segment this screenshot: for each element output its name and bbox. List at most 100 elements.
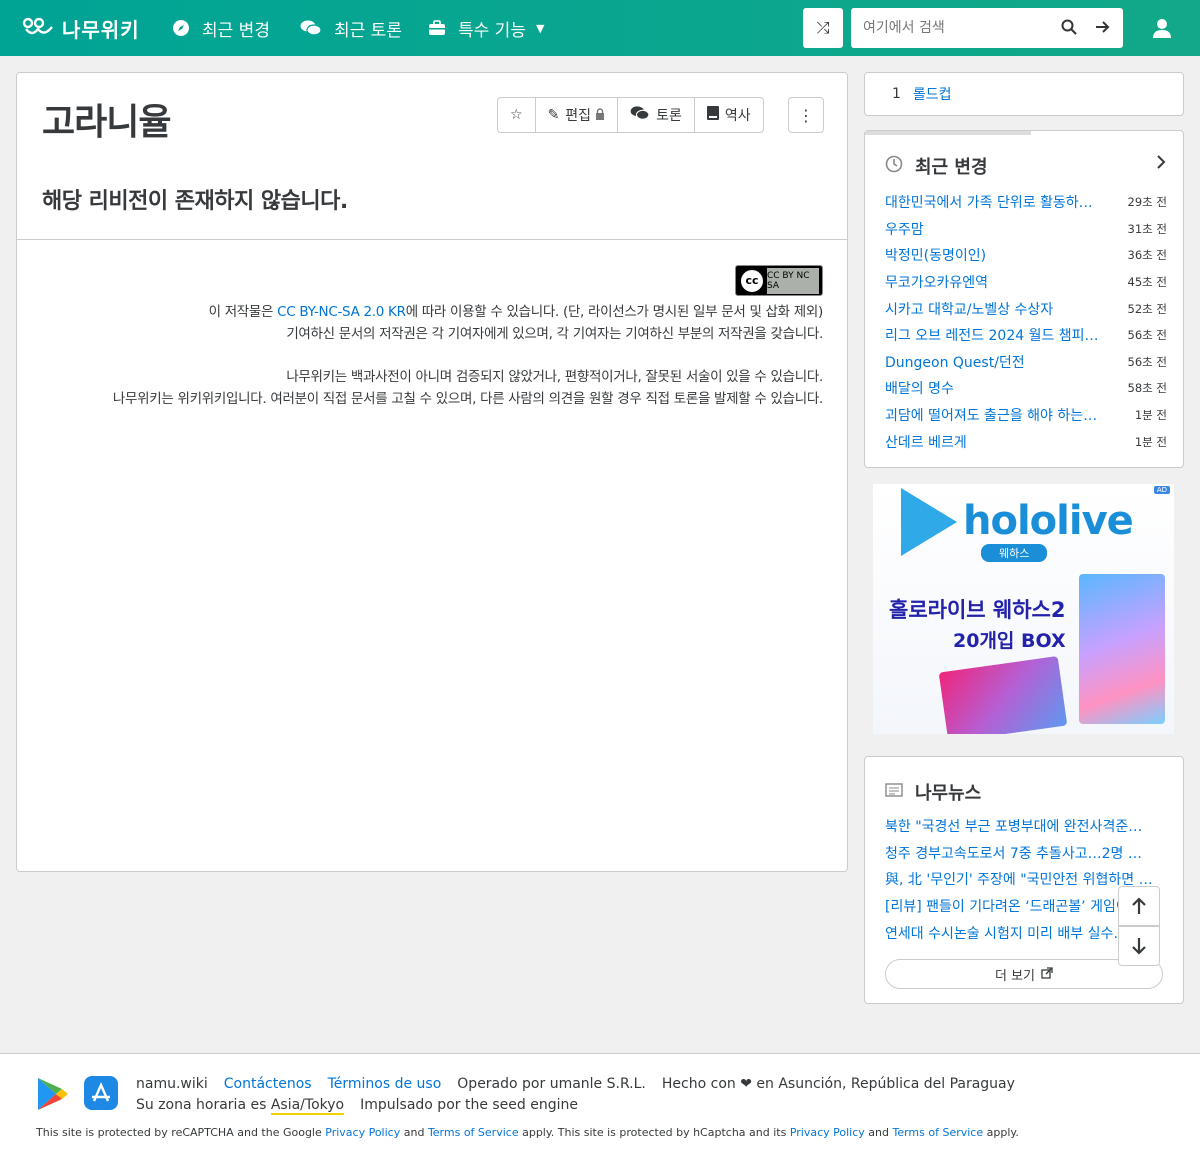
ad-subtitle: 웨하스	[981, 544, 1048, 562]
search-box	[851, 8, 1123, 48]
discuss-button[interactable]: 토론	[618, 98, 695, 132]
user-icon	[1153, 19, 1171, 38]
contact-link[interactable]: Contáctenos	[224, 1076, 312, 1092]
list-item[interactable]: 대한민국에서 가족 단위로 활동하… 29초 전	[885, 189, 1167, 216]
list-item[interactable]: 박정민(동명이인) 36초 전	[885, 242, 1167, 269]
arrow-right-icon[interactable]	[1094, 19, 1110, 39]
advertisement-banner[interactable]: hololive 웨하스 홀로라이브 웨하스2 20개입 BOX AD	[873, 484, 1174, 734]
captcha-notice: This site is protected by reCAPTCHA and …	[36, 1126, 1019, 1139]
license-line-2: 기여하신 문서의 저작권은 각 기여자에게 있으며, 각 기여자는 기여하신 부…	[286, 326, 823, 342]
book-icon	[706, 106, 719, 124]
search-input[interactable]	[863, 9, 1063, 47]
newspaper-icon	[885, 782, 903, 802]
cc-license-link[interactable]: CC BY-NC-SA 2.0 KR	[277, 304, 406, 320]
ad-cards-image	[938, 655, 1068, 734]
revision-not-found-message: 해당 리비전이 존재하지 않습니다.	[42, 189, 348, 214]
top-navbar: 나무위키 최근 변경 최근 토론 특수 기능 ▼ ⤮	[0, 0, 1200, 56]
recent-changes-header: 최근 변경	[885, 153, 988, 179]
search-icon[interactable]	[1061, 19, 1077, 39]
news-title: 나무뉴스	[915, 783, 982, 804]
ad-promo-line-2: 20개입 BOX	[953, 630, 1066, 652]
list-item[interactable]: 리그 오브 레전드 2024 월드 챔피… 56초 전	[885, 322, 1167, 349]
nav-recent-discussions-label: 최근 토론	[334, 20, 402, 41]
engine-text: Impulsado por the seed engine	[360, 1097, 578, 1113]
compass-icon	[173, 20, 189, 36]
disclaimer-line-1: 나무위키는 백과사전이 아니며 검증되지 않았거나, 편향적이거나, 잘못된 서…	[286, 369, 823, 385]
clock-icon	[885, 155, 903, 177]
tree-logo-icon	[22, 17, 53, 35]
list-item[interactable]: 청주 경부고속도로서 7중 추돌사고…2명 …	[885, 840, 1163, 867]
comments-icon	[630, 105, 650, 125]
edit-button[interactable]: ✎ 편집	[536, 98, 619, 132]
star-icon: ☆	[510, 107, 523, 123]
logo-text: 나무위키	[62, 17, 140, 42]
kebab-menu-icon: ⋮	[798, 105, 814, 125]
cc-license-badge[interactable]: cc CC BY NC SA	[735, 265, 823, 296]
nav-special-functions-label: 특수 기능	[458, 20, 526, 41]
shuffle-icon: ⤮	[816, 18, 830, 37]
disclaimer-line-2: 나무위키는 위키위키입니다. 여러분이 직접 문서를 고칠 수 있으며, 다른 …	[112, 391, 823, 407]
recent-changes-list: 대한민국에서 가족 단위로 활동하… 29초 전 우주맘 31초 전 박정민(동명이…	[885, 189, 1167, 455]
news-more-label: 더 보기	[994, 968, 1035, 984]
timezone-value: Asia/Tokyo	[270, 1097, 345, 1115]
user-menu-button[interactable]	[1148, 14, 1176, 42]
footer-info: Su zona horaria es Asia/Tokyo Impulsado …	[136, 1097, 578, 1115]
scroll-to-bottom-button[interactable]	[1118, 926, 1160, 966]
list-item[interactable]: 북한 "국경선 부근 포병부대에 완전사격준…	[885, 813, 1163, 840]
ad-brand: hololive	[963, 498, 1134, 544]
hcaptcha-privacy-link[interactable]: Privacy Policy	[790, 1126, 865, 1139]
nav-recent-changes[interactable]: 최근 변경	[172, 0, 270, 56]
edit-icon: ✎	[547, 107, 560, 123]
list-item[interactable]: 시카고 대학교/노벨상 수상자 52초 전	[885, 295, 1167, 322]
list-item[interactable]: Dungeon Quest/던전 56초 전	[885, 349, 1167, 376]
ad-tag: AD	[1153, 486, 1170, 494]
chevron-right-icon[interactable]	[1155, 153, 1167, 176]
scroll-to-top-button[interactable]	[1118, 886, 1160, 926]
page-title: 고라니율	[42, 102, 171, 143]
random-page-button[interactable]: ⤮	[803, 8, 843, 48]
list-item[interactable]: 괴담에 떨어져도 출근을 해야 하는… 1분 전	[885, 402, 1167, 429]
arrow-down-icon	[1132, 938, 1146, 955]
list-item[interactable]: 산데르 베르게 1분 전	[885, 428, 1167, 455]
news-header: 나무뉴스	[885, 779, 981, 805]
made-with-text: Hecho con ❤ en Asunción, República del P…	[661, 1076, 1015, 1092]
toc-link[interactable]: 롤드컵	[913, 84, 952, 104]
article-toolbar: ☆ ✎ 편집 토론 역사	[497, 97, 764, 133]
license-text: 이 저작물은 CC BY-NC-SA 2.0 KR에 따라 이용할 수 있습니다…	[113, 301, 823, 410]
operator-text: Operado por umanle S.R.L.	[457, 1076, 646, 1092]
recent-changes-title: 최근 변경	[915, 157, 988, 178]
footer-site-name: namu.wiki	[136, 1076, 208, 1092]
list-item[interactable]: 무코가오카유엔역 45초 전	[885, 269, 1167, 296]
cc-by-nc-sa-icons: CC BY NC SA	[767, 267, 819, 294]
toc-box: 1 롤드컵	[864, 72, 1184, 116]
google-play-badge[interactable]	[36, 1076, 70, 1116]
external-link-icon	[1041, 966, 1053, 982]
nav-recent-discussions[interactable]: 최근 토론	[300, 0, 402, 56]
cc-icon: cc	[739, 267, 765, 294]
nav-recent-changes-label: 최근 변경	[202, 20, 270, 41]
google-privacy-link[interactable]: Privacy Policy	[325, 1126, 400, 1139]
list-item[interactable]: 우주맘 31초 전	[885, 216, 1167, 243]
more-options-button[interactable]: ⋮	[788, 97, 824, 133]
app-store-badge[interactable]	[84, 1076, 118, 1114]
article-container: 고라니율 ☆ ✎ 편집 토론 역사 ⋮ 해당 리비전이 존재하지 않습니다. c…	[16, 72, 848, 872]
arrow-up-icon	[1132, 897, 1146, 914]
toolbox-icon	[429, 20, 445, 35]
ad-promo-line-1: 홀로라이브 웨하스2	[889, 598, 1066, 622]
hcaptcha-terms-link[interactable]: Terms of Service	[892, 1126, 983, 1139]
site-logo[interactable]: 나무위키	[22, 14, 140, 42]
loading-bar	[865, 131, 1031, 135]
play-icon	[901, 488, 957, 556]
star-button[interactable]: ☆	[498, 98, 536, 132]
list-item[interactable]: 배달의 명수 58초 전	[885, 375, 1167, 402]
terms-link[interactable]: Términos de uso	[328, 1076, 442, 1092]
google-terms-link[interactable]: Terms of Service	[428, 1126, 519, 1139]
divider	[17, 239, 847, 240]
history-button[interactable]: 역사	[695, 98, 763, 132]
comments-icon	[300, 20, 322, 36]
discuss-label: 토론	[656, 108, 682, 124]
news-box: 나무뉴스 북한 "국경선 부근 포병부대에 완전사격준… 청주 경부고속도로서 …	[864, 756, 1184, 1004]
nav-special-functions[interactable]: 특수 기능 ▼	[428, 0, 544, 56]
ad-box-image	[1079, 574, 1165, 724]
recent-changes-box: 최근 변경 대한민국에서 가족 단위로 활동하… 29초 전 우주맘 31초 전 박…	[864, 130, 1184, 468]
